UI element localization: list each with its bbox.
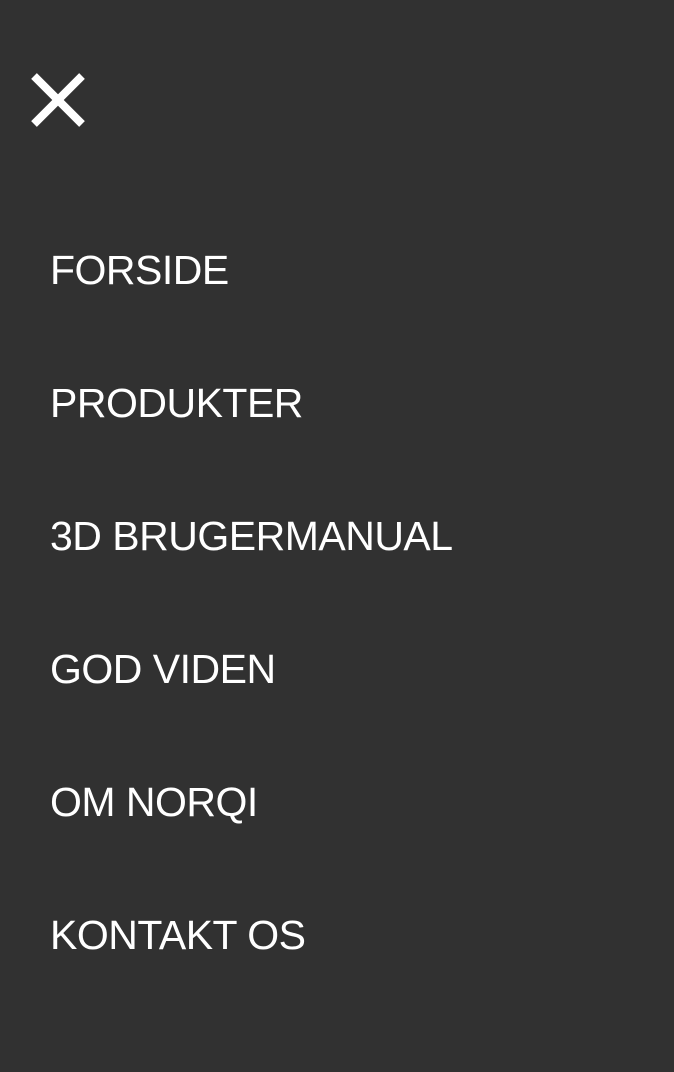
nav-item-kontakt-os[interactable]: KONTAKT OS xyxy=(50,911,306,959)
close-menu-button[interactable] xyxy=(28,70,88,130)
nav-item-om-norqi[interactable]: OM NORQI xyxy=(50,778,258,826)
nav-item-forside[interactable]: FORSIDE xyxy=(50,246,229,294)
nav-item-produkter[interactable]: PRODUKTER xyxy=(50,379,303,427)
mobile-menu-panel: FORSIDE PRODUKTER 3D BRUGERMANUAL GOD VI… xyxy=(0,0,674,1072)
close-icon xyxy=(31,73,85,127)
nav-item-god-viden[interactable]: GOD VIDEN xyxy=(50,645,276,693)
nav-item-3d-brugermanual[interactable]: 3D BRUGERMANUAL xyxy=(50,512,453,560)
